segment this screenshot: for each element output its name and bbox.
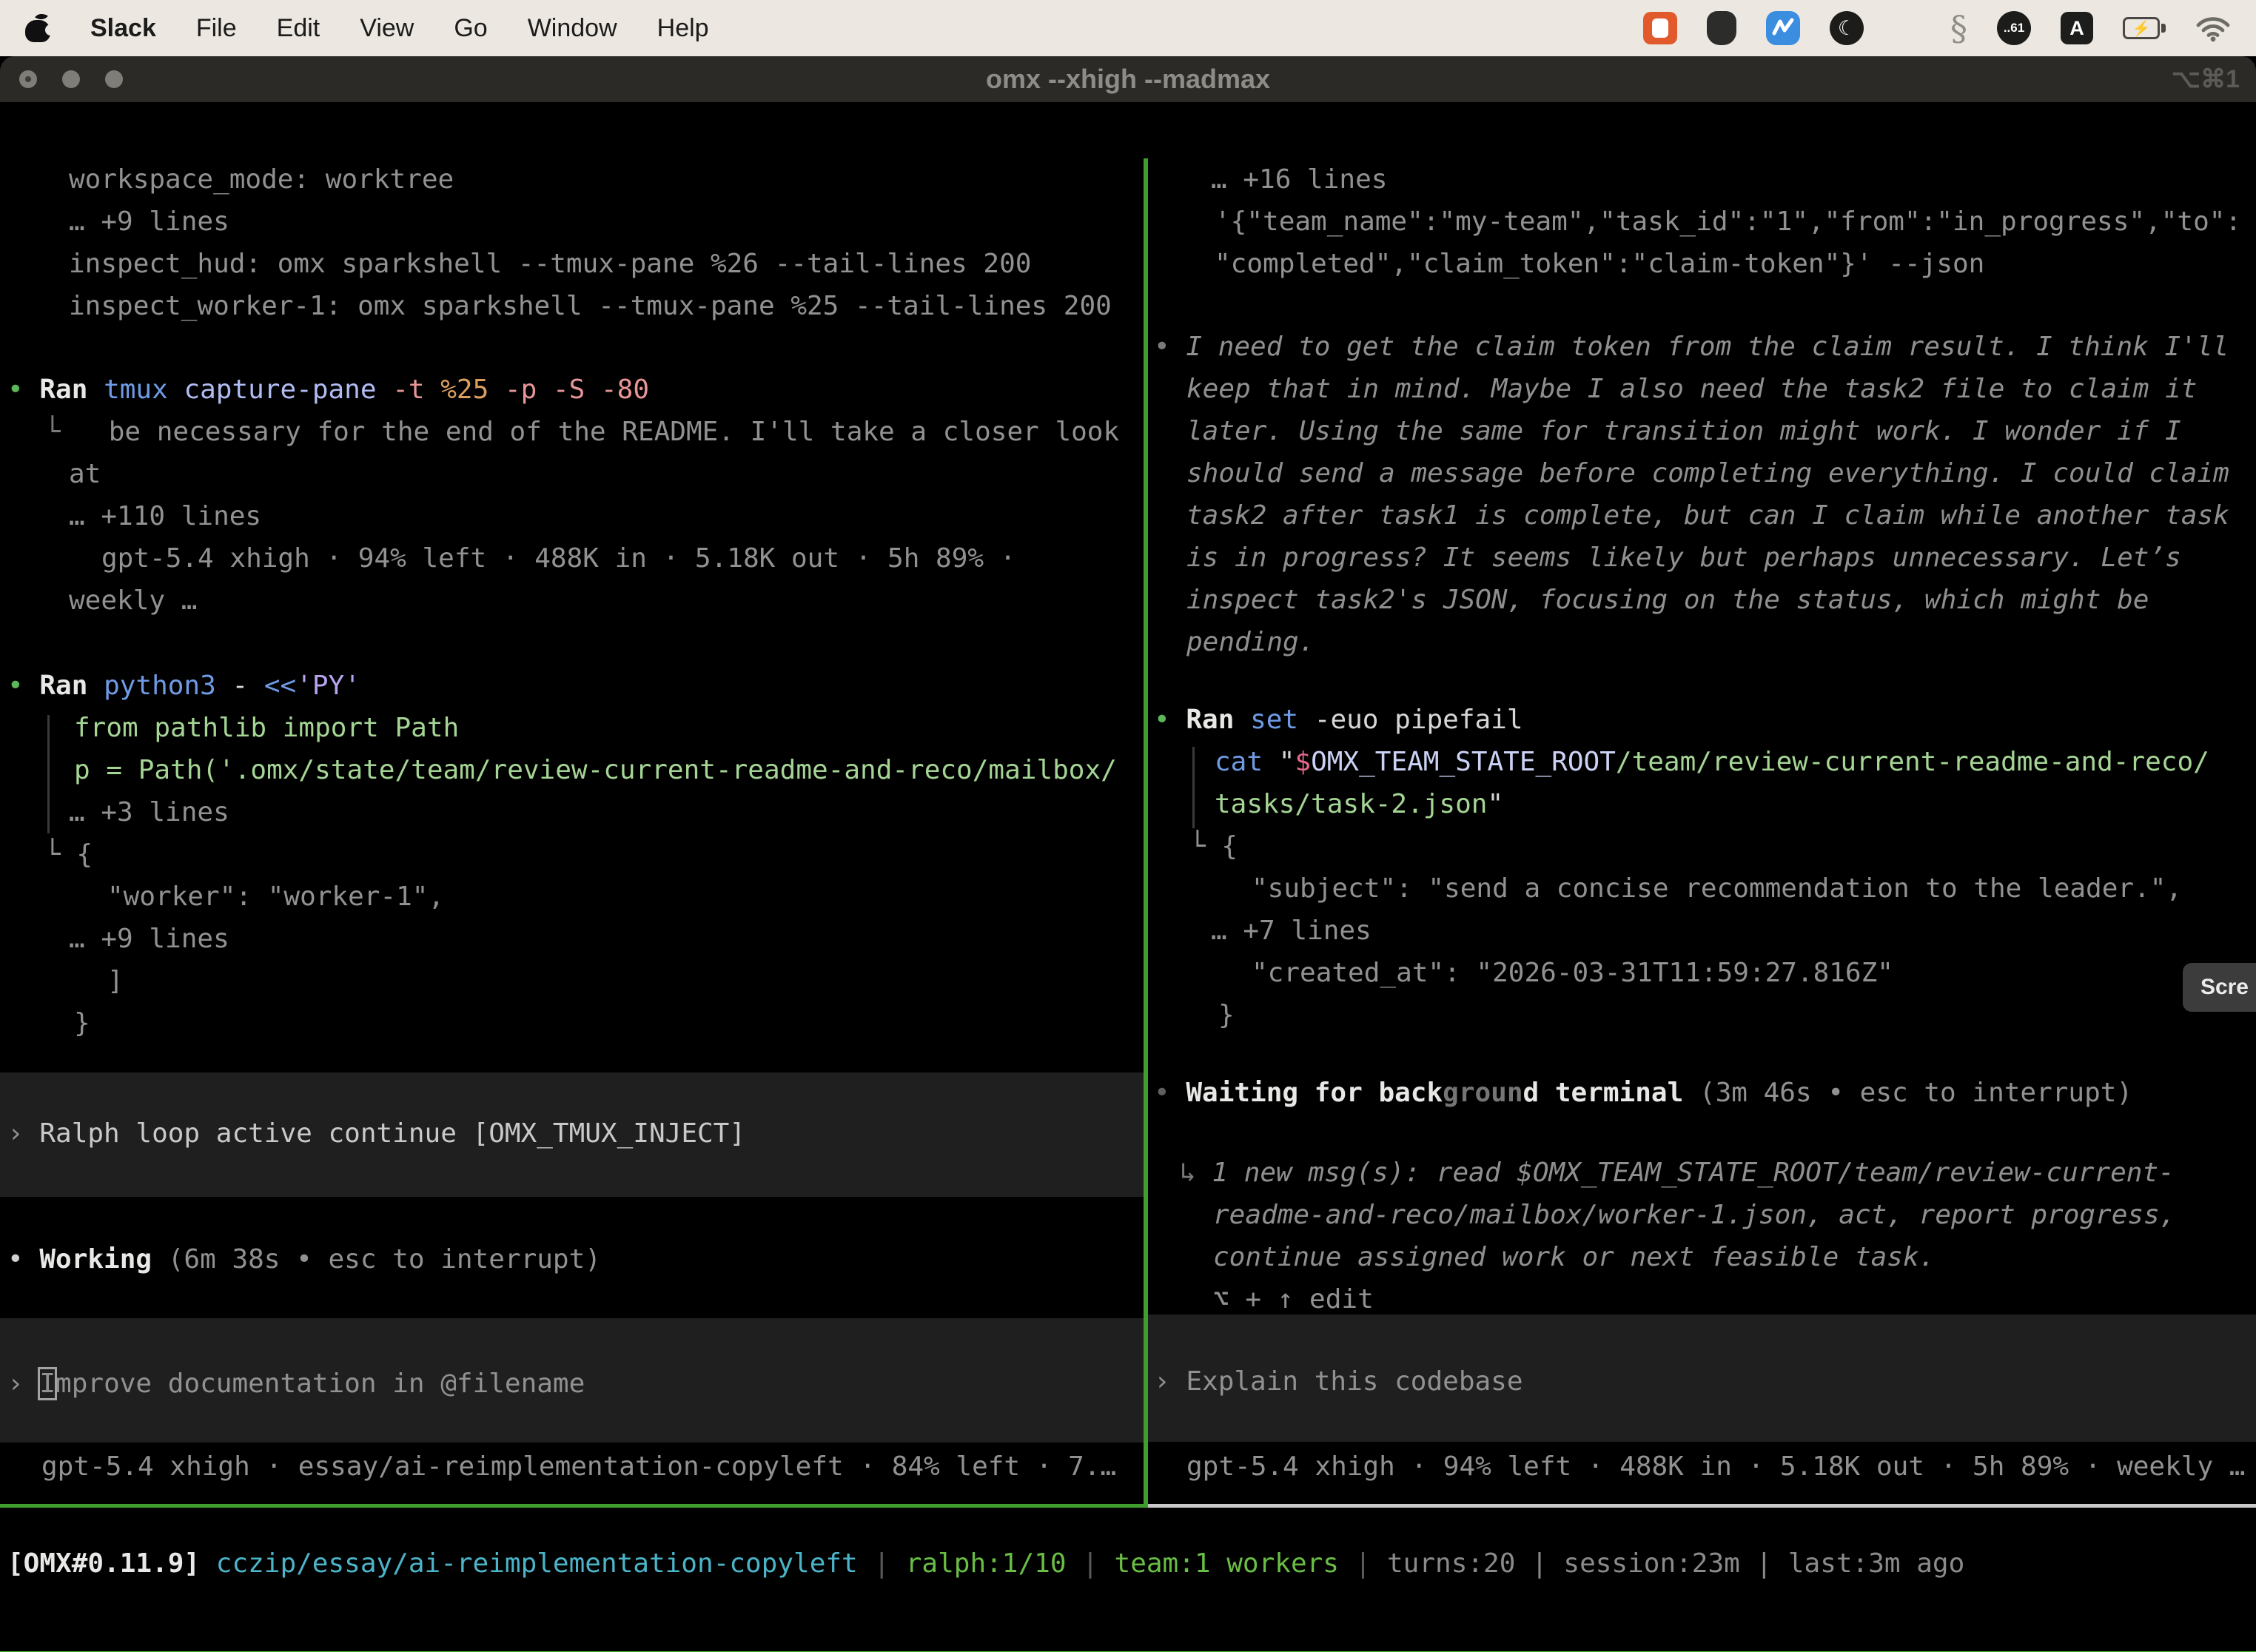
wifi-icon[interactable] bbox=[2195, 14, 2231, 42]
output-line: … +9 lines bbox=[69, 918, 229, 960]
arrow-icon: ↳ bbox=[1180, 1158, 1212, 1188]
indent-guide bbox=[47, 715, 50, 833]
menu-item-help[interactable]: Help bbox=[657, 14, 709, 43]
window-title: omx --xhigh --madmax bbox=[0, 56, 2256, 102]
output-line: "worker": "worker-1", bbox=[107, 876, 444, 918]
prompt-input[interactable]: › Improve documentation in @filename bbox=[7, 1363, 585, 1405]
output-line: "created_at": "2026-03-31T11:59:27.816Z" bbox=[1252, 952, 1893, 994]
omx-version: [OMX#0.11.9] bbox=[7, 1548, 216, 1579]
waiting-status: • Waiting for background terminal (3m 46… bbox=[1154, 1072, 2132, 1114]
output-line: workspace_mode: worktree bbox=[69, 158, 454, 201]
output-line: … +16 lines bbox=[1211, 158, 1387, 201]
window-shortcut: ⌥⌘1 bbox=[2172, 56, 2240, 102]
thinking-line: keep that in mind. Maybe I also need the… bbox=[1186, 368, 2197, 410]
bullet-icon: • bbox=[7, 375, 39, 405]
pane-border-right bbox=[1148, 1504, 2256, 1508]
bullet-icon: • bbox=[7, 671, 39, 701]
output-line: weekly … bbox=[69, 580, 197, 622]
right-pane: … +16 lines '{"team_name":"my-team","tas… bbox=[1148, 158, 2256, 1504]
moon-icon[interactable]: ☾ bbox=[1830, 11, 1864, 45]
code-line: from pathlib import Path bbox=[74, 707, 459, 749]
output-line: ] bbox=[107, 960, 124, 1002]
text-cursor: I bbox=[39, 1369, 56, 1399]
thinking-line: pending. bbox=[1186, 621, 1315, 663]
terminal-window: omx --xhigh --madmax ⌥⌘1 workspace_mode:… bbox=[0, 56, 2256, 1652]
mailbox-message: ↳ 1 new msg(s): read $OMX_TEAM_STATE_ROO… bbox=[1180, 1152, 2175, 1194]
screen-tooltip: Scre bbox=[2183, 963, 2256, 1012]
thinking-line: inspect task2's JSON, focusing on the st… bbox=[1186, 579, 2149, 621]
hud-project-path: cczip/essay/ai-reimplementation-copyleft bbox=[216, 1548, 858, 1579]
menu-item-go[interactable]: Go bbox=[454, 14, 487, 43]
thinking-line: later. Using the same for transition mig… bbox=[1186, 410, 2181, 452]
working-status: • Working (6m 38s • esc to interrupt) bbox=[7, 1238, 601, 1280]
output-line: gpt-5.4 xhigh · 94% left · 488K in · 5.1… bbox=[101, 537, 1015, 580]
spinner-icon: • bbox=[7, 1244, 39, 1275]
thinking-line: task2 after task1 is complete, but can I… bbox=[1186, 494, 2229, 537]
output-line: } bbox=[1218, 994, 1235, 1036]
ran-python-command: • Ran python3 - <<'PY' bbox=[7, 665, 360, 707]
pane-divider[interactable] bbox=[1144, 158, 1148, 1508]
left-pane: workspace_mode: worktree … +9 lines insp… bbox=[0, 158, 1144, 1504]
dots-grid-icon[interactable] bbox=[1893, 15, 1921, 42]
output-line: "completed","claim_token":"claim-token"}… bbox=[1215, 243, 1984, 285]
a-key-icon[interactable]: A bbox=[2061, 12, 2093, 44]
ran-tmux-command: • Ran tmux capture-pane -t %25 -p -S -80 bbox=[7, 369, 649, 411]
title-bar[interactable]: omx --xhigh --madmax ⌥⌘1 bbox=[0, 56, 2256, 102]
output-line: inspect_hud: omx sparkshell --tmux-pane … bbox=[69, 243, 1031, 285]
status-icons: ☾ § ..61 A ⚡ bbox=[1643, 8, 2231, 48]
bullet-icon: • bbox=[1154, 332, 1186, 362]
code-line: tasks/task-2.json" bbox=[1215, 783, 1503, 825]
output-line: … +110 lines bbox=[69, 495, 261, 537]
ran-set-command: • Ran set -euo pipefail bbox=[1154, 699, 1523, 741]
apple-menu-icon[interactable] bbox=[25, 13, 50, 44]
thinking-line: should send a message before completing … bbox=[1186, 452, 2229, 494]
output-line: } bbox=[74, 1002, 90, 1044]
output-line: … +3 lines bbox=[69, 791, 229, 833]
battery-icon[interactable]: ⚡ bbox=[2123, 17, 2166, 39]
session-status-line: gpt-5.4 xhigh · 94% left · 488K in · 5.1… bbox=[1186, 1446, 2245, 1488]
code-line: p = Path('.omx/state/team/review-current… bbox=[74, 749, 1117, 791]
code-line: cat "$OMX_TEAM_STATE_ROOT/team/review-cu… bbox=[1215, 741, 2209, 783]
output-line: "subject": "send a concise recommendatio… bbox=[1252, 867, 2182, 910]
session-status-line: gpt-5.4 xhigh · essay/ai-reimplementatio… bbox=[41, 1446, 1116, 1488]
menu-item-view[interactable]: View bbox=[360, 14, 414, 43]
chevron-icon: › bbox=[7, 1118, 39, 1149]
hud-ralph: ralph:1/10 bbox=[906, 1548, 1067, 1579]
output-line: '{"team_name":"my-team","task_id":"1","f… bbox=[1215, 201, 2241, 243]
chevron-icon: › bbox=[1154, 1366, 1186, 1397]
flow-icon[interactable] bbox=[1766, 11, 1800, 45]
hud-team: team:1 workers bbox=[1115, 1548, 1339, 1579]
corner-icon: └ bbox=[44, 417, 109, 447]
output-line: … +7 lines bbox=[1211, 910, 1372, 952]
chevron-icon: › bbox=[7, 1369, 39, 1399]
prompt-input[interactable]: › Explain this codebase bbox=[1154, 1360, 1523, 1403]
menu-item-window[interactable]: Window bbox=[528, 14, 617, 43]
mailbox-message: continue assigned work or next feasible … bbox=[1213, 1236, 1935, 1278]
output-line: at bbox=[69, 453, 101, 495]
thinking-line: • I need to get the claim token from the… bbox=[1154, 326, 2229, 368]
mailbox-message: readme-and-reco/mailbox/worker-1.json, a… bbox=[1213, 1194, 2175, 1236]
screen-share-icon[interactable] bbox=[1643, 12, 1677, 44]
spinner-icon: • bbox=[1154, 1078, 1186, 1108]
thinking-line: is in progress? It seems likely but perh… bbox=[1186, 537, 2181, 579]
grid-shield-icon[interactable] bbox=[1707, 11, 1736, 45]
output-line: └ { bbox=[1189, 825, 1238, 867]
pane-border-left bbox=[0, 1504, 1148, 1508]
indent-guide bbox=[1192, 747, 1195, 828]
output-line: inspect_worker-1: omx sparkshell --tmux-… bbox=[69, 285, 1112, 327]
menu-item-file[interactable]: File bbox=[196, 14, 237, 43]
menu-app-name[interactable]: Slack bbox=[90, 14, 156, 43]
screen: Slack File Edit View Go Window Help ☾ § … bbox=[0, 0, 2256, 1652]
output-line: … +9 lines bbox=[69, 201, 229, 243]
menu-bar: Slack File Edit View Go Window Help ☾ § … bbox=[0, 0, 2256, 56]
count-badge-icon[interactable]: ..61 bbox=[1997, 11, 2031, 45]
clip-icon[interactable]: § bbox=[1950, 8, 1967, 48]
menu-item-edit[interactable]: Edit bbox=[277, 14, 320, 43]
hud-stats: turns:20 | session:23m | last:3m ago bbox=[1387, 1548, 1964, 1579]
omx-hud-line: [OMX#0.11.9] cczip/essay/ai-reimplementa… bbox=[7, 1542, 1964, 1585]
inject-line: › Ralph loop active continue [OMX_TMUX_I… bbox=[7, 1112, 745, 1155]
output-line: └ { bbox=[44, 833, 93, 876]
bullet-icon: • bbox=[1154, 705, 1186, 735]
output-line: └ be necessary for the end of the README… bbox=[44, 411, 1119, 453]
